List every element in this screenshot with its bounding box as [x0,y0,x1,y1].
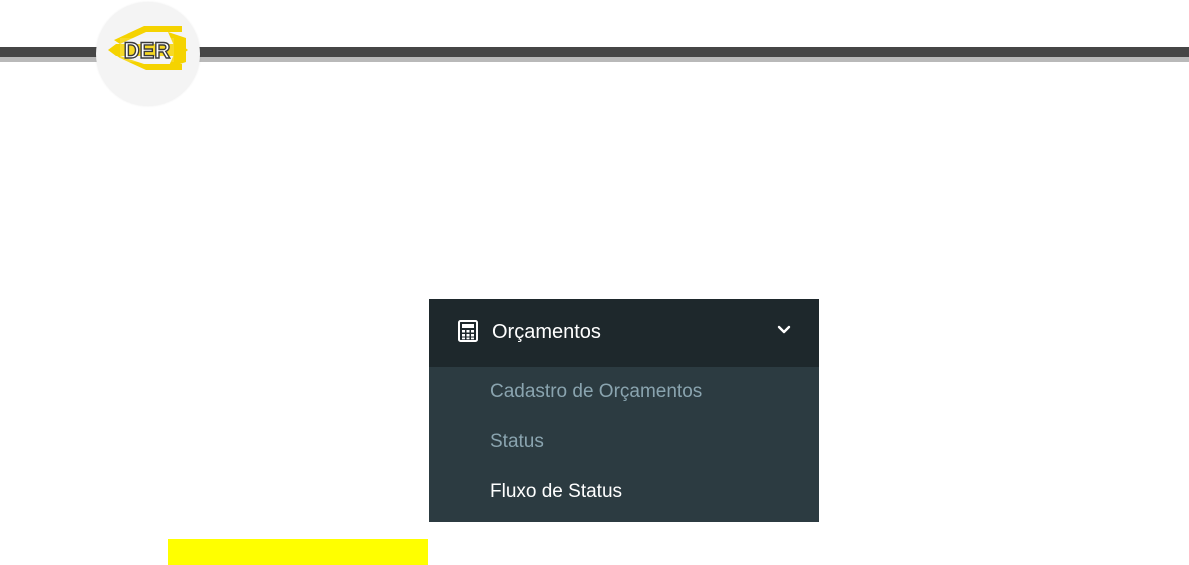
der-logo[interactable]: DER [96,2,200,106]
highlight-bar [168,539,428,565]
menu-orcamentos-toggle[interactable]: Orçamentos [429,299,819,367]
der-logo-icon: DER [108,26,188,70]
submenu-item-cadastro-de-orcamentos[interactable]: Cadastro de Orçamentos [490,380,702,404]
svg-text:DER: DER [124,38,171,63]
menu-title: Orçamentos [492,321,601,343]
sidebar-menu-orcamentos: Orçamentos Cadastro de Orçamentos Status… [429,299,819,522]
chevron-down-icon[interactable] [777,323,791,337]
submenu-item-status[interactable]: Status [490,430,544,454]
submenu-item-fluxo-de-status[interactable]: Fluxo de Status [490,480,622,504]
calculator-icon [458,320,478,342]
